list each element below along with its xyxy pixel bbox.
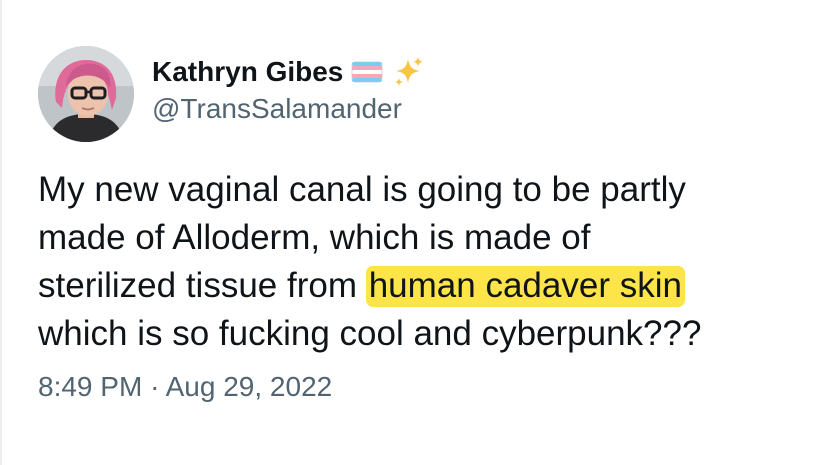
tweet-timestamp[interactable]: 8:49 PM · Aug 29, 2022 [38,371,332,403]
author-name-row: Kathryn Gibes [152,52,425,92]
tweet-text-line: My new vaginal canal is going to be part… [38,170,686,209]
author-handle[interactable]: @TransSalamander [152,93,402,125]
tweet-text-line: made of Alloderm, which is made of [38,218,591,257]
tweet-text-line: which is so fucking cool and cyberpunk??… [38,314,702,353]
tweet-body: My new vaginal canal is going to be part… [38,166,808,358]
tweet-date: Aug 29, 2022 [165,371,333,402]
tweet-text-segment: sterilized tissue from [38,266,367,305]
sparkles-icon [391,55,425,89]
avatar[interactable] [38,46,134,142]
timestamp-separator: · [150,371,160,402]
tweet-card: Kathryn Gibes @TransSalamander My new va… [0,0,828,465]
highlighted-text: human cadaver skin [365,266,685,307]
tweet-time: 8:49 PM [38,371,143,402]
transgender-flag-icon [351,60,383,84]
tweet-text-line: sterilized tissue from human cadaver ski… [38,262,808,310]
avatar-photo-icon [38,46,134,142]
author-display-name[interactable]: Kathryn Gibes [152,56,343,88]
